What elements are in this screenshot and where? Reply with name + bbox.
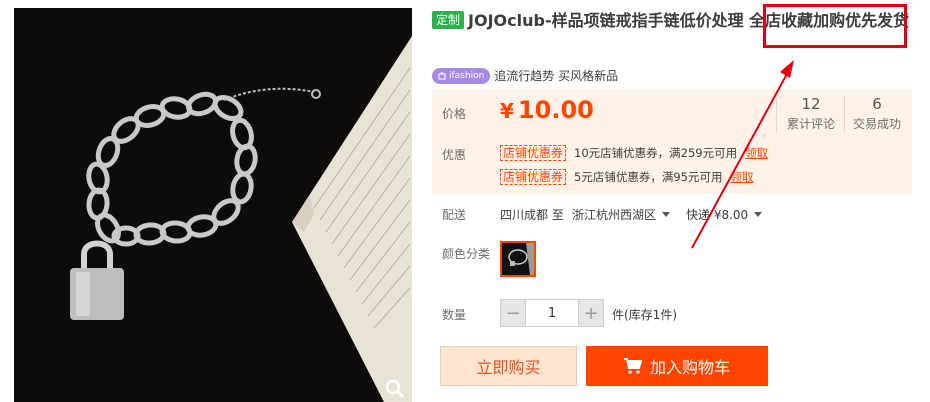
review-count-number: 12 [801, 95, 821, 113]
slogan: 追流行趋势 买风格新品 [494, 69, 619, 83]
price-label: 价格 [442, 107, 467, 121]
bag-icon [438, 72, 446, 79]
bracelet-thumbnail [508, 243, 534, 275]
coupon-text: 10元店铺优惠券，满259元可用 [574, 146, 738, 160]
claim-coupon-link[interactable]: 领取 [730, 169, 753, 185]
claim-coupon-link[interactable]: 领取 [745, 145, 768, 161]
product-page: 定制 JOJOclub-样品项链戒指手链低价处理 全店收藏加购优先发货 ifash… [0, 0, 930, 402]
sales-count[interactable]: 6 交易成功 [844, 95, 910, 132]
quantity-stepper: − + [500, 299, 604, 327]
ifashion-badge[interactable]: ifashion [432, 67, 491, 84]
add-to-cart-label: 加入购物车 [649, 358, 730, 377]
zoom-icon[interactable] [384, 378, 406, 400]
color-label: 颜色分类 [442, 247, 491, 261]
promo-label: 优惠 [442, 148, 467, 162]
coupon-text: 5元店铺优惠券，满95元可用 [574, 170, 723, 184]
quantity-input[interactable] [525, 300, 579, 326]
delivery-label: 配送 [442, 208, 467, 222]
coupon-tag: 店铺优惠券 [500, 145, 567, 161]
quantity-label: 数量 [442, 308, 467, 322]
coupon-row: 店铺优惠券 5元店铺优惠券，满95元可用 领取 [500, 169, 753, 185]
shipping-fee-select[interactable]: 快递 ¥8.00 [686, 206, 763, 223]
price-value: ¥10.00 [500, 96, 594, 124]
color-option-thumbnail[interactable] [500, 241, 536, 277]
tagline-row: ifashion 追流行趋势 买风格新品 [432, 67, 618, 84]
add-to-cart-button[interactable]: 加入购物车 [586, 346, 768, 386]
ship-to-select[interactable]: 浙江杭州西湖区 [572, 206, 671, 223]
increase-button[interactable]: + [579, 300, 603, 326]
price-panel: 价格 ¥10.00 12 累计评论 6 交易成功 优惠 店铺优惠券 10元店铺优… [432, 89, 912, 194]
sales-count-label: 交易成功 [852, 117, 901, 131]
review-count[interactable]: 12 累计评论 [778, 95, 844, 132]
coupon-row: 店铺优惠券 10元店铺优惠券，满259元可用 领取 [500, 145, 768, 161]
product-image[interactable] [14, 8, 412, 402]
chevron-down-icon [662, 212, 671, 217]
custom-tag: 定制 [432, 11, 465, 29]
ship-to-text: 浙江杭州西湖区 [572, 208, 657, 222]
sales-count-number: 6 [872, 95, 882, 113]
cart-icon [623, 358, 642, 374]
annotation-box [763, 4, 907, 48]
shipping-fee-text: 快递 ¥8.00 [686, 208, 749, 222]
coupon-tag: 店铺优惠券 [500, 169, 567, 185]
buy-now-label: 立即购买 [476, 358, 541, 377]
decrease-button[interactable]: − [501, 300, 525, 326]
stock-info: 件(库存1件) [612, 308, 677, 322]
ifashion-label: ifashion [449, 70, 485, 81]
bracelet-photo [70, 36, 412, 402]
currency-symbol: ¥ [500, 99, 514, 123]
ship-from: 四川成都 至 [500, 208, 564, 222]
buy-now-button[interactable]: 立即购买 [440, 346, 577, 386]
price-number: 10.00 [517, 96, 594, 124]
chevron-down-icon [754, 212, 763, 217]
review-count-label: 累计评论 [786, 117, 835, 131]
stat-divider [776, 95, 777, 133]
